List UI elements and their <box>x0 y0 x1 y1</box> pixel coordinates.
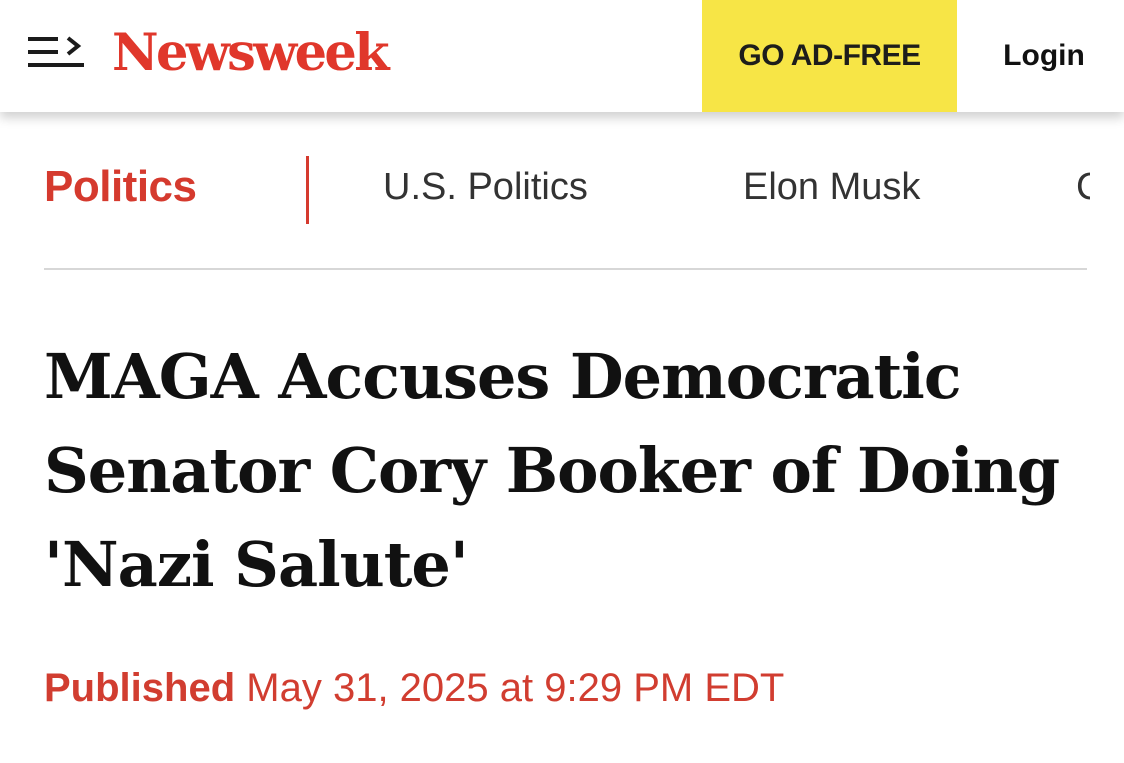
nav-link-elon-musk[interactable]: Elon Musk <box>743 166 920 209</box>
menu-button[interactable] <box>22 30 92 78</box>
nav-overflow-clip: C <box>1070 112 1090 270</box>
newsweek-logo[interactable]: Newsweek <box>112 18 390 88</box>
section-nav: Politics U.S. Politics Elon Musk C <box>0 112 1124 270</box>
nav-link-truncated[interactable]: C <box>1076 166 1090 209</box>
menu-arrow-icon <box>28 36 84 67</box>
current-section-label[interactable]: Politics <box>44 162 197 212</box>
published-line: Published May 31, 2025 at 9:29 PM EDT <box>44 666 784 711</box>
site-header: Newsweek GO AD-FREE Login <box>0 0 1124 112</box>
go-ad-free-button[interactable]: GO AD-FREE <box>702 0 957 112</box>
article-headline: MAGA Accuses Democratic Senator Cory Boo… <box>44 340 1060 601</box>
nav-link-us-politics[interactable]: U.S. Politics <box>383 166 588 209</box>
published-date: May 31, 2025 at 9:29 PM EDT <box>246 666 785 710</box>
published-label: Published <box>44 666 236 710</box>
nav-divider-rule <box>44 268 1087 270</box>
section-divider <box>306 156 309 224</box>
login-link[interactable]: Login <box>985 0 1103 112</box>
